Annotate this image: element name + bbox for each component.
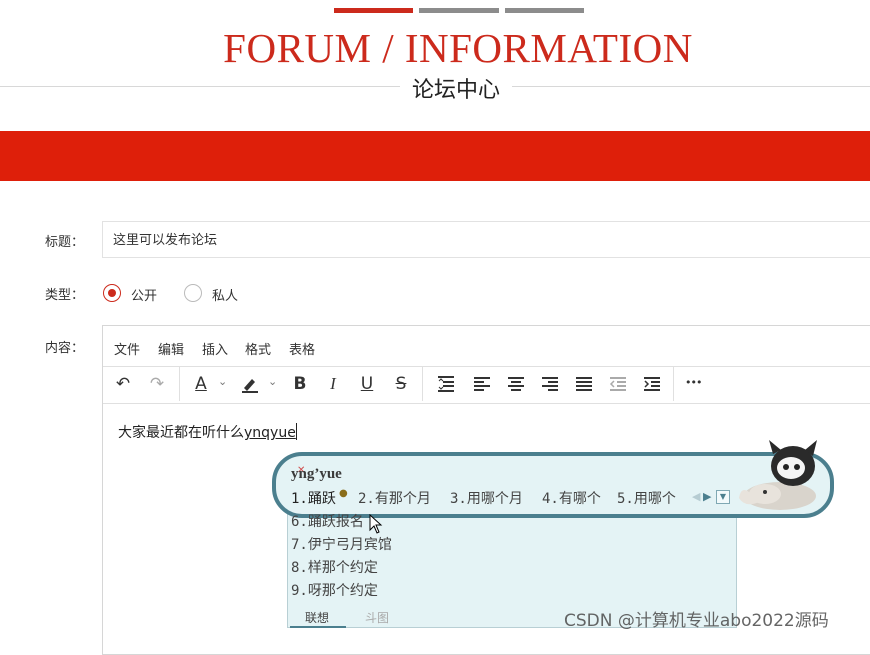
ime-candidate-9[interactable]: 9.呀那个约定 xyxy=(291,580,378,600)
ime-tab-sticker[interactable]: 斗图 xyxy=(365,609,389,626)
menu-table[interactable]: 表格 xyxy=(289,339,315,358)
chevron-down-icon[interactable]: ⌄ xyxy=(268,375,277,388)
ime-tab-indicator xyxy=(290,626,346,628)
ime-mascot-icon xyxy=(735,438,825,522)
redo-button[interactable]: ↷ xyxy=(146,374,168,394)
ime-tab-association[interactable]: 联想 xyxy=(305,609,329,626)
divider xyxy=(422,367,423,401)
ime-candidate-5[interactable]: 5.用哪个 xyxy=(617,488,676,508)
ime-candidate-3[interactable]: 3.用哪个月 xyxy=(450,488,523,508)
title-input[interactable]: 这里可以发布论坛 xyxy=(102,221,870,258)
menu-insert[interactable]: 插入 xyxy=(202,339,228,358)
radio-private[interactable] xyxy=(184,284,202,302)
font-color-button[interactable]: A xyxy=(190,374,212,394)
editor-content[interactable]: 大家最近都在听什么ynqyue xyxy=(118,422,297,442)
ime-pinyin: yng’yue xyxy=(291,466,342,482)
title-input-value: 这里可以发布论坛 xyxy=(113,233,218,248)
red-banner xyxy=(0,131,870,181)
highlight-icon[interactable] xyxy=(240,374,260,398)
header-tab xyxy=(419,8,499,13)
divider xyxy=(673,367,674,401)
divider xyxy=(103,403,870,404)
content-text: 大家最近都在听什么 xyxy=(118,425,244,441)
check-icon: ● xyxy=(339,488,348,499)
watermark: CSDN @计算机专业abo2022源码 xyxy=(564,611,829,631)
header-tab-active xyxy=(334,8,413,13)
indent-icon[interactable] xyxy=(643,376,661,396)
bold-button[interactable]: B xyxy=(289,374,311,394)
undo-button[interactable]: ↶ xyxy=(112,374,134,394)
ime-candidate-1[interactable]: 1.踊跃 xyxy=(291,488,336,508)
text-caret xyxy=(295,423,297,440)
header-tab xyxy=(505,8,584,13)
mouse-cursor-icon xyxy=(369,513,383,538)
content-label: 内容： xyxy=(45,341,85,356)
title-label: 标题： xyxy=(45,235,85,250)
divider xyxy=(103,366,870,367)
align-right-icon[interactable] xyxy=(541,376,559,396)
ime-candidate-6[interactable]: 6.踊跃报名 xyxy=(291,511,364,531)
strikethrough-button[interactable]: S xyxy=(390,374,412,394)
ime-candidate-8[interactable]: 8.样那个约定 xyxy=(291,557,378,577)
radio-public-label[interactable]: 公开 xyxy=(131,285,157,304)
ime-menu-icon[interactable]: ▼ xyxy=(716,490,730,504)
page-title-en: FORUM / INFORMATION xyxy=(223,25,693,71)
divider xyxy=(512,86,870,87)
menu-edit[interactable]: 编辑 xyxy=(158,339,184,358)
menu-format[interactable]: 格式 xyxy=(245,339,271,358)
align-justify-icon[interactable] xyxy=(575,376,593,396)
align-left-icon[interactable] xyxy=(473,376,491,396)
menu-file[interactable]: 文件 xyxy=(114,339,140,358)
ime-prev-icon[interactable]: ◀ xyxy=(692,490,700,503)
underline-button[interactable]: U xyxy=(356,374,378,394)
radio-public[interactable] xyxy=(103,284,121,302)
line-height-icon[interactable] xyxy=(436,375,456,397)
page-title-cn: 论坛中心 xyxy=(411,78,500,103)
divider xyxy=(0,86,400,87)
italic-button[interactable]: I xyxy=(322,374,344,394)
outdent-icon[interactable] xyxy=(609,376,627,396)
divider xyxy=(179,367,180,401)
ime-candidate-2[interactable]: 2.有那个月 xyxy=(358,488,431,508)
chevron-down-icon[interactable]: ⌄ xyxy=(218,375,227,388)
ime-next-icon[interactable]: ▶ xyxy=(703,490,711,503)
ime-candidate-4[interactable]: 4.有哪个 xyxy=(542,488,601,508)
content-pinyin: ynqyue xyxy=(244,425,296,441)
align-center-icon[interactable] xyxy=(507,376,525,396)
more-button[interactable]: ••• xyxy=(685,376,702,389)
type-label: 类型： xyxy=(45,288,85,303)
radio-private-label[interactable]: 私人 xyxy=(212,285,238,304)
